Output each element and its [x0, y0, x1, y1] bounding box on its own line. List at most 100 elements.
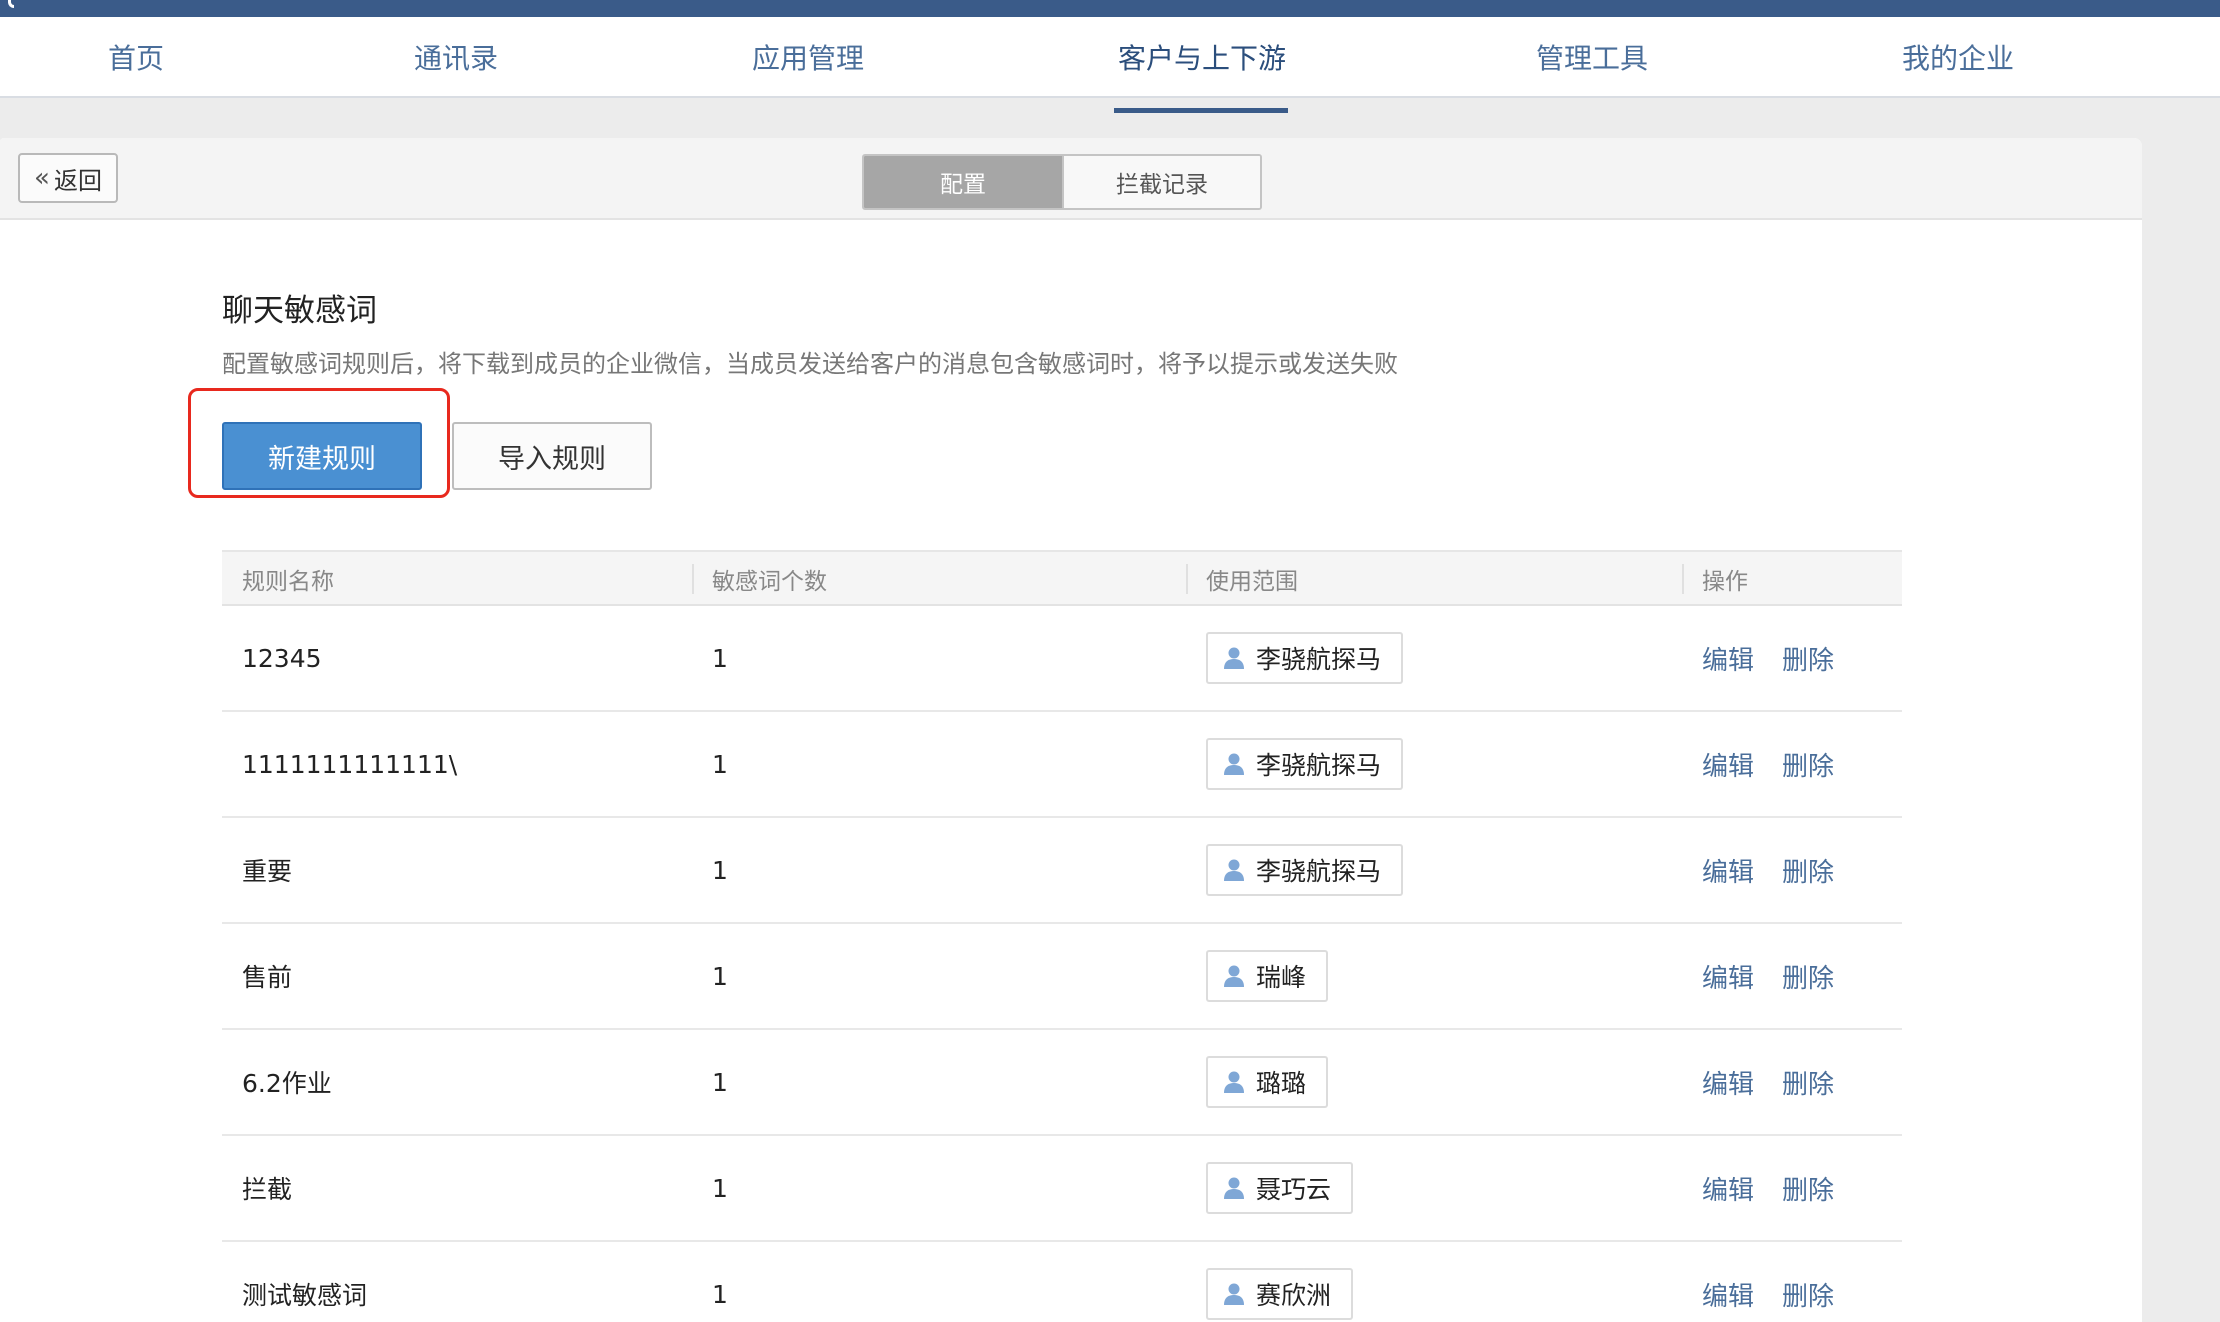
member-tag: 李骁航探马: [1206, 632, 1404, 684]
word-count-cell: 1: [712, 1173, 728, 1203]
rule-name-cell: 拦截: [242, 1175, 293, 1204]
scope-cell: 赛欣洲: [1206, 1242, 1354, 1322]
rules-table: 规则名称 敏感词个数 使用范围 操作 12345 1 李骁航探马 编辑 删除 1…: [222, 550, 1902, 1322]
word-count-cell: 1: [712, 961, 728, 991]
member-tag: 赛欣洲: [1206, 1268, 1354, 1320]
actions-cell: 编辑 删除: [1702, 1242, 1834, 1322]
actions-cell: 编辑 删除: [1702, 924, 1834, 1028]
rule-name-cell: 重要: [242, 857, 293, 886]
word-count-cell: 1: [712, 749, 728, 779]
delete-link[interactable]: 删除: [1782, 1276, 1834, 1313]
scope-cell: 李骁航探马: [1206, 606, 1404, 710]
main-navigation: 首页 通讯录 应用管理 客户与上下游 管理工具 我的企业: [0, 17, 2220, 113]
word-count-cell: 1: [712, 1279, 728, 1309]
table-row: 重要 1 李骁航探马 编辑 删除: [222, 818, 1902, 924]
edit-link[interactable]: 编辑: [1702, 1064, 1754, 1101]
actions-cell: 编辑 删除: [1702, 818, 1834, 922]
person-icon: [1222, 964, 1246, 988]
scope-cell: 聂巧云: [1206, 1136, 1354, 1240]
member-tag: 瑞峰: [1206, 950, 1329, 1002]
scope-cell: 李骁航探马: [1206, 712, 1404, 816]
page-title: 聊天敏感词: [222, 293, 377, 329]
person-icon: [1222, 752, 1246, 776]
delete-link[interactable]: 删除: [1782, 1170, 1834, 1207]
view-segmented-control: 配置 拦截记录: [862, 154, 1262, 210]
member-tag: 璐璐: [1206, 1056, 1329, 1108]
table-row: 拦截 1 聂巧云 编辑 删除: [222, 1136, 1902, 1242]
member-tag: 李骁航探马: [1206, 738, 1404, 790]
member-tag: 李骁航探马: [1206, 844, 1404, 896]
table-row: 6.2作业 1 璐璐 编辑 删除: [222, 1030, 1902, 1136]
column-header-scope: 使用范围: [1206, 569, 1298, 595]
member-name: 璐璐: [1256, 1069, 1307, 1098]
column-divider: [692, 564, 694, 594]
scope-cell: 瑞峰: [1206, 924, 1329, 1028]
rule-name-cell: 售前: [242, 963, 293, 992]
delete-link[interactable]: 删除: [1782, 1064, 1834, 1101]
tab-intercept-records[interactable]: 拦截记录: [1062, 156, 1260, 208]
column-divider: [1682, 564, 1684, 594]
edit-link[interactable]: 编辑: [1702, 1170, 1754, 1207]
member-name: 聂巧云: [1256, 1175, 1332, 1204]
actions-cell: 编辑 删除: [1702, 1136, 1834, 1240]
member-name: 李骁航探马: [1256, 645, 1382, 674]
word-count-cell: 1: [712, 855, 728, 885]
nav-item-management-tools[interactable]: 管理工具: [1536, 37, 1648, 77]
rule-name-cell: 测试敏感词: [242, 1281, 368, 1310]
rule-name-cell: 6.2作业: [242, 1069, 332, 1098]
nav-item-app-management[interactable]: 应用管理: [752, 37, 864, 77]
nav-item-contacts[interactable]: 通讯录: [414, 37, 498, 77]
actions-cell: 编辑 删除: [1702, 1030, 1834, 1134]
delete-link[interactable]: 删除: [1782, 640, 1834, 677]
person-icon: [1222, 646, 1246, 670]
content-panel: « 返回 配置 拦截记录 聊天敏感词 配置敏感词规则后，将下载到成员的企业微信，…: [0, 138, 2142, 1322]
member-name: 瑞峰: [1256, 963, 1307, 992]
delete-link[interactable]: 删除: [1782, 746, 1834, 783]
nav-item-my-enterprise[interactable]: 我的企业: [1902, 37, 2014, 77]
import-rule-button[interactable]: 导入规则: [452, 422, 652, 490]
scope-cell: 璐璐: [1206, 1030, 1329, 1134]
member-tag: 聂巧云: [1206, 1162, 1354, 1214]
delete-link[interactable]: 删除: [1782, 852, 1834, 889]
table-row: 测试敏感词 1 赛欣洲 编辑 删除: [222, 1242, 1902, 1322]
table-row: 1111111111111\ 1 李骁航探马 编辑 删除: [222, 712, 1902, 818]
logo-mark-icon: [8, 0, 14, 8]
nav-item-home[interactable]: 首页: [108, 37, 164, 77]
edit-link[interactable]: 编辑: [1702, 852, 1754, 889]
table-row: 售前 1 瑞峰 编辑 删除: [222, 924, 1902, 1030]
person-icon: [1222, 1282, 1246, 1306]
edit-link[interactable]: 编辑: [1702, 1276, 1754, 1313]
back-button[interactable]: « 返回: [18, 153, 118, 203]
nav-active-indicator: [1114, 108, 1288, 113]
edit-link[interactable]: 编辑: [1702, 640, 1754, 677]
column-divider: [1186, 564, 1188, 594]
actions-cell: 编辑 删除: [1702, 712, 1834, 816]
table-row: 12345 1 李骁航探马 编辑 删除: [222, 606, 1902, 712]
tab-config[interactable]: 配置: [864, 156, 1062, 208]
edit-link[interactable]: 编辑: [1702, 958, 1754, 995]
rule-name-cell: 12345: [242, 643, 322, 673]
edit-link[interactable]: 编辑: [1702, 746, 1754, 783]
table-header: 规则名称 敏感词个数 使用范围 操作: [222, 550, 1902, 606]
column-header-word-count: 敏感词个数: [712, 569, 827, 595]
double-chevron-left-icon: «: [34, 163, 50, 193]
page-margin: [2142, 138, 2220, 1322]
scope-cell: 李骁航探马: [1206, 818, 1404, 922]
word-count-cell: 1: [712, 1067, 728, 1097]
page-description: 配置敏感词规则后，将下载到成员的企业微信，当成员发送给客户的消息包含敏感词时，将…: [222, 350, 1398, 378]
new-rule-button[interactable]: 新建规则: [222, 422, 422, 490]
person-icon: [1222, 1070, 1246, 1094]
member-name: 李骁航探马: [1256, 857, 1382, 886]
delete-link[interactable]: 删除: [1782, 958, 1834, 995]
member-name: 赛欣洲: [1256, 1281, 1332, 1310]
person-icon: [1222, 858, 1246, 882]
actions-cell: 编辑 删除: [1702, 606, 1834, 710]
back-button-label: 返回: [53, 166, 102, 195]
nav-item-customers-upstream-downstream[interactable]: 客户与上下游: [1118, 37, 1286, 77]
panel-toolbar: « 返回 配置 拦截记录: [0, 138, 2142, 220]
person-icon: [1222, 1176, 1246, 1200]
word-count-cell: 1: [712, 643, 728, 673]
top-header-bar: [0, 0, 2220, 17]
column-header-actions: 操作: [1702, 569, 1748, 595]
member-name: 李骁航探马: [1256, 751, 1382, 780]
